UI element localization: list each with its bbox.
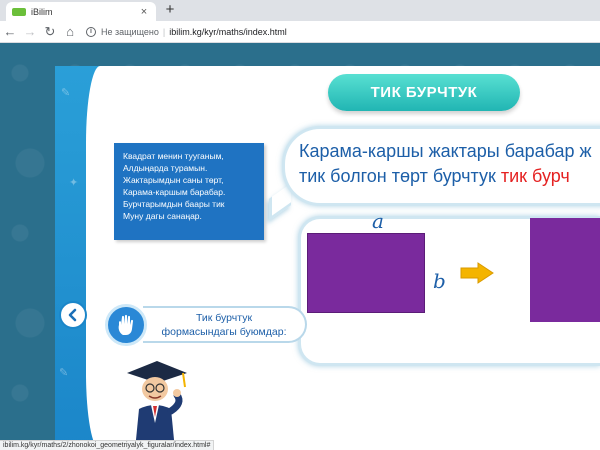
browser-tabbar: iBilim × +: [0, 0, 600, 21]
browser-tab[interactable]: iBilim ×: [6, 2, 156, 21]
definition-bubble: Карама-каршы жактары барабар ж тик болго…: [282, 126, 600, 206]
definition-text: тик болгон төрт бурчтук: [299, 166, 501, 186]
favicon-icon: [12, 7, 26, 16]
lesson-stage: ✎ ✦ ✎ ТИК БУРЧТУК Квадрат менин тууганым…: [55, 66, 600, 450]
rectangle-shape-2: [530, 218, 600, 322]
url-text: ibilim.kg/kyr/maths/index.html: [169, 27, 287, 37]
poem-box: Квадрат менин тууганым, Алдыңарда турамы…: [114, 143, 264, 240]
previous-slide-button[interactable]: [59, 301, 87, 329]
objects-caption: Тик бурчтук формасындагы буюмдар:: [143, 306, 307, 343]
definition-line-2: тик болгон төрт бурчтук тик бурч: [299, 164, 600, 189]
status-bar-url: ibilim.kg/kyr/maths/2/zhonokoi_geometriy…: [0, 440, 215, 450]
definition-highlight: тик бурч: [500, 166, 570, 186]
poem-line: Квадрат менин тууганым,: [123, 151, 224, 161]
doodle-icon: ✎: [61, 87, 71, 99]
side-b-label: b: [433, 269, 446, 293]
doodle-icon: ✎: [59, 367, 69, 379]
tab-close-button[interactable]: ×: [138, 6, 150, 18]
tab-title: iBilim: [31, 6, 53, 17]
forward-button[interactable]: →: [20, 22, 40, 42]
arrow-right-icon: [460, 262, 494, 284]
caption-line-2: формасындагы буюмдар:: [161, 326, 287, 338]
divider: |: [162, 27, 166, 37]
doodle-icon: ✦: [69, 177, 79, 189]
poem-line: Муну дагы санаңар.: [123, 211, 202, 221]
home-button[interactable]: ⌂: [60, 22, 80, 42]
security-label: Не защищено: [101, 27, 159, 37]
poem-line: Карама-каршым барабар.: [123, 187, 226, 197]
page-background: ✎ ✦ ✎ ТИК БУРЧТУК Квадрат менин тууганым…: [0, 43, 600, 450]
browser-toolbar: ← → ↻ ⌂ i Не защищено | ibilim.kg/kyr/ma…: [0, 21, 600, 43]
poem-line: Алдыңарда турамын.: [123, 163, 208, 173]
rectangle-shape: [307, 233, 425, 313]
poem-line: Бурчтарымдын баары тик: [123, 199, 225, 209]
new-tab-button[interactable]: +: [162, 2, 178, 18]
reload-button[interactable]: ↻: [40, 22, 60, 42]
poem-line: Жактарымдын саны төрт,: [123, 175, 224, 185]
caption-line-1: Тик бурчтук: [195, 312, 253, 324]
left-decorative-band: ✎ ✦ ✎: [55, 66, 114, 450]
address-bar[interactable]: i Не защищено | ibilim.kg/kyr/maths/inde…: [86, 24, 600, 40]
chevron-left-icon: [68, 308, 77, 322]
teacher-character: [127, 361, 187, 450]
back-button[interactable]: ←: [0, 22, 20, 42]
info-icon[interactable]: i: [86, 27, 96, 37]
tap-hand-button[interactable]: [105, 304, 147, 346]
lesson-title: ТИК БУРЧТУК: [328, 74, 520, 111]
definition-line-1: Карама-каршы жактары барабар ж: [299, 141, 592, 161]
side-a-label: a: [372, 209, 384, 233]
hand-icon: [118, 314, 133, 335]
